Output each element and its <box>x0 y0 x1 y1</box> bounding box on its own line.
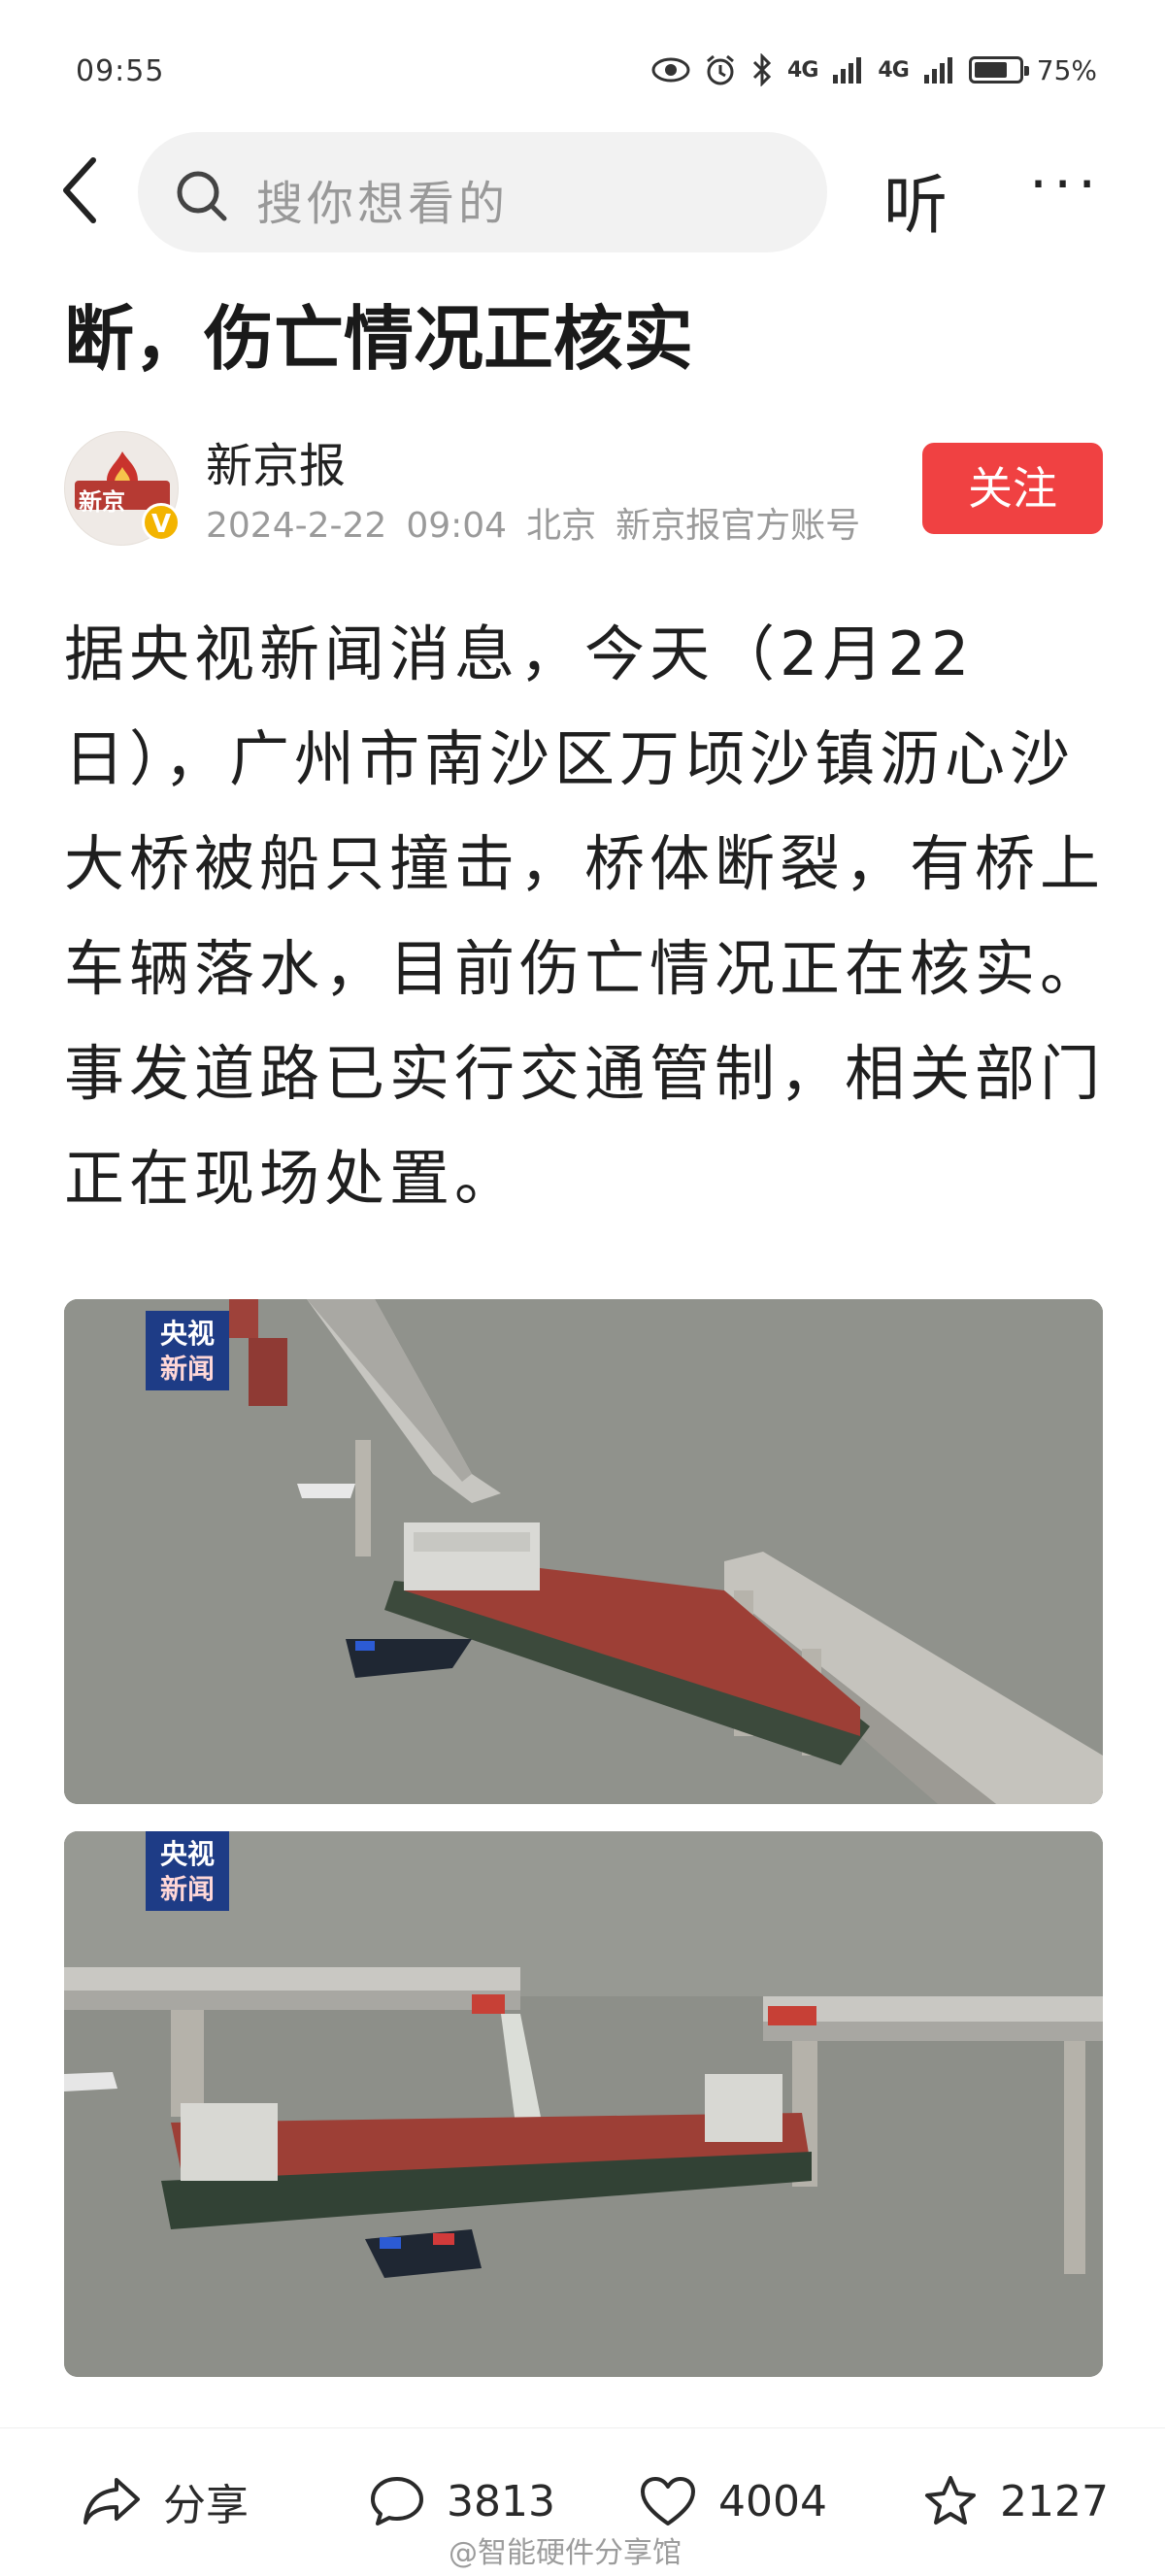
signal-icon-2 <box>923 57 952 84</box>
publish-date: 2024-2-22 <box>206 506 387 546</box>
cctv-news-logo: 央视 新闻 <box>146 1311 229 1390</box>
article-body: 据央视新闻消息，今天（2月22日），广州市南沙区万顷沙镇沥心沙大桥被船只撞击，桥… <box>64 619 1106 1214</box>
alarm-icon <box>707 54 734 85</box>
bluetooth-icon <box>752 53 772 86</box>
follow-button[interactable]: 关注 <box>922 443 1103 534</box>
bridge-aerial-illustration-2 <box>64 1831 1103 2377</box>
network-1-label: 4G <box>787 57 818 83</box>
cctv-logo-line2: 新闻 <box>159 1353 215 1385</box>
avatar-text: 新京 <box>79 487 125 516</box>
network-2-label: 4G <box>878 57 909 83</box>
share-label: 分享 <box>163 2481 249 2530</box>
battery-icon <box>968 56 1029 84</box>
search-input[interactable]: 搜你想看的 <box>138 132 827 252</box>
eye-icon <box>651 57 690 83</box>
favorite-count: 2127 <box>1000 2476 1109 2526</box>
search-placeholder: 搜你想看的 <box>256 177 510 231</box>
cctv-logo-line1: 央视 <box>159 1318 215 1350</box>
account-type: 新京报官方账号 <box>616 506 861 546</box>
status-time: 09:55 <box>76 54 165 88</box>
like-count: 4004 <box>718 2476 827 2526</box>
cctv-logo-line2: 新闻 <box>159 1873 215 1905</box>
cctv-news-logo-2: 央视 新闻 <box>146 1831 229 1911</box>
back-button[interactable] <box>50 155 109 225</box>
news-photo-1[interactable]: 央视 新闻 <box>64 1299 1103 1804</box>
verified-badge: V <box>142 503 181 542</box>
star-icon <box>925 2476 976 2525</box>
publish-location: 北京 <box>526 506 597 546</box>
favorite-button[interactable]: 2127 <box>922 2467 1109 2535</box>
signal-icon <box>833 57 862 84</box>
more-options-button[interactable]: ··· <box>1029 155 1102 214</box>
publish-time: 09:04 <box>406 506 508 546</box>
author-meta: 2024-2-22 09:04 北京 新京报官方账号 <box>206 497 880 548</box>
heart-icon <box>641 2477 695 2526</box>
author-name[interactable]: 新京报 <box>206 427 346 495</box>
article-headline: 断，伤亡情况正核实 <box>64 298 694 380</box>
comment-count: 3813 <box>447 2476 555 2526</box>
like-button[interactable]: 4004 <box>639 2467 827 2535</box>
comment-icon <box>371 2477 423 2526</box>
search-icon <box>177 171 227 221</box>
battery-text: 75% <box>1036 53 1097 86</box>
chevron-left-icon <box>63 157 96 223</box>
listen-button[interactable]: 听 <box>883 153 948 247</box>
comment-button[interactable]: 3813 <box>369 2467 555 2535</box>
share-button[interactable]: 分享 <box>82 2467 249 2535</box>
share-icon <box>83 2478 140 2525</box>
cctv-logo-line1: 央视 <box>159 1838 215 1870</box>
news-photo-2[interactable]: 央视 新闻 <box>64 1831 1103 2377</box>
status-icons: 4G 4G 75% <box>651 49 1097 91</box>
watermark-text: @智能硬件分享馆 <box>449 2536 682 2570</box>
